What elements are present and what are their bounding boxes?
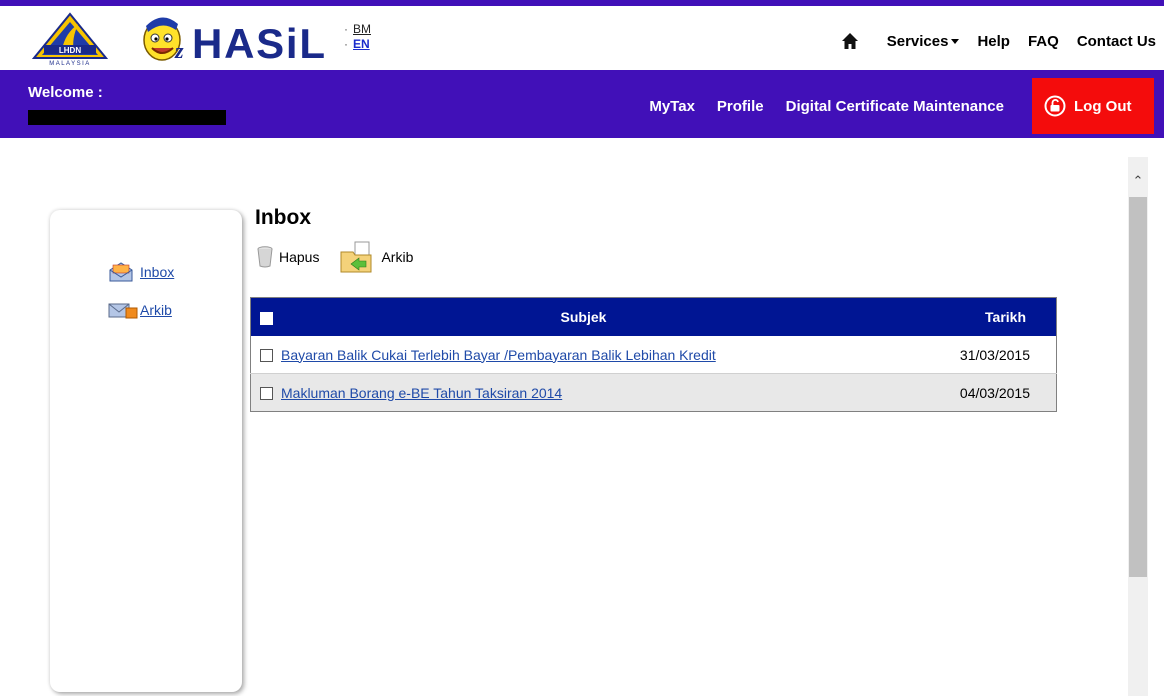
unlock-icon <box>1044 95 1066 117</box>
sidebar-item-arkib[interactable]: Arkib <box>108 300 172 320</box>
services-menu[interactable]: Services <box>887 33 960 50</box>
scrollbar-thumb[interactable] <box>1129 197 1147 577</box>
nav-digital-certificate[interactable]: Digital Certificate Maintenance <box>786 98 1004 115</box>
vertical-scrollbar[interactable]: ⌃ <box>1128 157 1148 696</box>
archive-mail-icon <box>108 303 138 319</box>
subject-cell: Bayaran Balik Cukai Terlebih Bayar /Pemb… <box>281 336 886 374</box>
user-nav-bar: Welcome : MyTax Profile Digital Certific… <box>0 70 1164 138</box>
home-icon[interactable] <box>841 32 859 50</box>
mail-sidebar: Inbox Arkib <box>50 210 242 692</box>
archive-button[interactable]: Arkib <box>339 240 413 274</box>
subject-link[interactable]: Makluman Borang e-BE Tahun Taksiran 2014 <box>281 385 562 401</box>
trash-icon <box>257 246 273 268</box>
logout-label: Log Out <box>1074 97 1132 115</box>
archive-label: Arkib <box>381 249 414 265</box>
lhdn-logo-text: LHDN <box>59 46 81 55</box>
row-select-cell <box>250 373 281 412</box>
table-row: Bayaran Balik Cukai Terlebih Bayar /Pemb… <box>250 336 1057 374</box>
open-envelope-icon <box>109 262 133 282</box>
redacted-username <box>28 110 226 125</box>
column-header-subject: Subjek <box>281 297 886 336</box>
welcome-label: Welcome : <box>28 84 103 101</box>
site-header: LHDN MALAYSIA z HASiL BM EN Services Hel… <box>0 6 1164 70</box>
nav-profile[interactable]: Profile <box>717 98 764 115</box>
sidebar-item-label[interactable]: Inbox <box>140 264 174 280</box>
language-switcher: BM EN <box>344 22 371 52</box>
lang-bm-link[interactable]: BM <box>353 22 371 36</box>
sidebar-item-label[interactable]: Arkib <box>140 302 172 318</box>
subject-cell: Makluman Borang e-BE Tahun Taksiran 2014 <box>281 373 886 412</box>
lhdn-logo[interactable]: LHDN MALAYSIA <box>30 12 110 68</box>
table-header-row: Subjek Tarikh <box>250 297 1057 336</box>
chevron-up-icon[interactable]: ⌃ <box>1128 173 1148 189</box>
column-header-date: Tarikh <box>886 297 1057 336</box>
sidebar-item-inbox[interactable]: Inbox <box>108 262 174 282</box>
archive-folder-icon <box>340 241 372 273</box>
row-select-cell <box>250 336 281 374</box>
ezhasil-logo[interactable]: z HASiL <box>140 8 330 68</box>
row-checkbox[interactable] <box>259 349 273 363</box>
lang-en-link[interactable]: EN <box>353 37 370 51</box>
nav-mytax[interactable]: MyTax <box>649 98 695 115</box>
chevron-down-icon <box>951 39 960 45</box>
services-label: Services <box>886 32 949 50</box>
select-all-cell <box>250 297 281 336</box>
contact-us-link[interactable]: Contact Us <box>1077 33 1156 50</box>
logout-button[interactable]: Log Out <box>1032 78 1154 134</box>
ezhasil-logo-text: HASiL <box>192 20 324 67</box>
main-nav: MyTax Profile Digital Certificate Mainte… <box>649 98 1004 115</box>
mail-toolbar: Hapus Arkib <box>257 240 433 274</box>
delete-label: Hapus <box>279 249 320 265</box>
svg-text:z: z <box>174 38 184 63</box>
row-checkbox[interactable] <box>259 387 273 401</box>
help-link[interactable]: Help <box>977 33 1010 50</box>
faq-link[interactable]: FAQ <box>1028 33 1059 50</box>
date-cell: 31/03/2015 <box>886 336 1057 374</box>
date-cell: 04/03/2015 <box>886 373 1057 412</box>
subject-link[interactable]: Bayaran Balik Cukai Terlebih Bayar /Pemb… <box>281 347 716 363</box>
table-row: Makluman Borang e-BE Tahun Taksiran 2014… <box>250 373 1057 412</box>
select-all-checkbox[interactable] <box>259 311 273 325</box>
delete-button[interactable]: Hapus <box>257 246 319 268</box>
lhdn-logo-subtext: MALAYSIA <box>49 61 91 67</box>
top-nav: Services Help FAQ Contact Us <box>841 32 1156 50</box>
page-title: Inbox <box>255 206 311 229</box>
inbox-table: Subjek Tarikh Bayaran Balik Cukai Terleb… <box>250 297 1057 412</box>
